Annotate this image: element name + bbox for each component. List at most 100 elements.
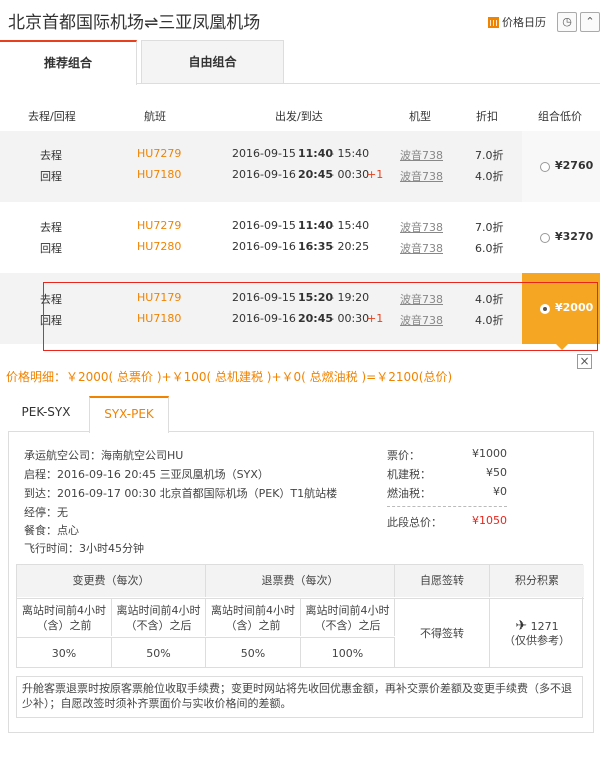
arr-time: - 00:30 (330, 312, 370, 325)
duration-info: 飞行时间：3小时45分钟 (24, 542, 144, 555)
leg-direction: 回程 (40, 170, 62, 183)
price-radio-checked[interactable] (540, 304, 550, 314)
flight-number: HU7180 (137, 312, 182, 325)
plane-type-link[interactable]: 波音738 (400, 240, 443, 256)
header: 北京首都国际机场⇌三亚凤凰机场 价格日历 ◷ ⌃ (0, 0, 600, 40)
airplane-icon: ✈ (515, 618, 528, 634)
change-after-label: 离站时间前4小时 （不含）之后 (112, 598, 206, 636)
header-discount: 折扣 (476, 110, 498, 123)
calendar-icon (488, 16, 499, 28)
header-combo-price: 组合低价 (538, 110, 582, 123)
endorse-header: 自愿签转 (395, 565, 490, 597)
points-header: 积分积累 (490, 565, 584, 597)
price-detail: 价格明细：￥2000( 总票价 )+￥100( 总机建税 )+￥0( 总燃油税 … (6, 370, 453, 384)
tab-pek-syx[interactable]: PEK-SYX (8, 396, 84, 432)
arrive-info: 到达：2016-09-17 00:30 北京首都国际机场（PEK）T1航站楼 (24, 487, 338, 500)
tab-recommended[interactable]: 推荐组合 (0, 40, 137, 85)
change-before-label: 离站时间前4小时 （含）之前 (17, 598, 112, 636)
clock-icon[interactable]: ◷ (557, 12, 577, 32)
meal-info: 餐食：点心 (24, 524, 79, 537)
combo-row[interactable]: 去程 HU7279 2016-09-15 11:40 - 15:40 波音738… (0, 202, 600, 273)
leg-direction: 回程 (40, 314, 62, 327)
combo-price-option[interactable]: ¥2760 (522, 131, 600, 202)
price-radio[interactable] (540, 162, 550, 172)
rules-note: 升舱客票退票时按原客票舱位收取手续费；变更时网站将先收回优惠金额，再补交票价差额… (22, 682, 572, 710)
leg-direction: 去程 (40, 221, 62, 234)
stops-info: 经停：无 (24, 506, 68, 519)
points-value: 1271 (530, 620, 559, 633)
next-day-badge: +1 (367, 168, 384, 181)
change-before-value: 30% (17, 637, 112, 668)
flight-date: 2016-09-15 (232, 291, 296, 304)
chevron-up-icon[interactable]: ⌃ (580, 12, 600, 32)
dep-time: 16:35 (298, 240, 334, 253)
fee-divider (387, 506, 507, 507)
refund-before-value: 50% (206, 637, 301, 668)
combo-price: ¥2000 (555, 301, 594, 314)
refund-fee-header: 退票费（每次） (206, 565, 395, 597)
plane-type-link[interactable]: 波音738 (400, 147, 443, 163)
flight-number: HU7179 (137, 291, 182, 304)
plane-type-link[interactable]: 波音738 (400, 312, 443, 328)
arr-time: - 20:25 (330, 240, 370, 253)
combo-price: ¥3270 (555, 230, 594, 243)
arr-time: - 19:20 (330, 291, 370, 304)
flight-date: 2016-09-16 (232, 240, 296, 253)
flight-number: HU7280 (137, 240, 182, 253)
combo-tabs: 推荐组合 自由组合 (0, 40, 600, 85)
leg-direction: 回程 (40, 242, 62, 255)
flight-date: 2016-09-16 (232, 168, 296, 181)
leg-direction: 去程 (40, 293, 62, 306)
discount: 4.0折 (475, 314, 504, 327)
discount: 4.0折 (475, 170, 504, 183)
plane-type-link[interactable]: 波音738 (400, 291, 443, 307)
tab-syx-pek[interactable]: SYX-PEK (89, 396, 169, 433)
discount: 7.0折 (475, 221, 504, 234)
price-calendar-link[interactable]: 价格日历 (488, 14, 546, 30)
header-depart-arrive: 出发/到达 (275, 110, 323, 123)
fee-airport-tax: 机建税： ¥50 (387, 466, 507, 481)
header-flight: 航班 (144, 110, 166, 123)
depart-info: 启程：2016-09-16 20:45 三亚凤凰机场（SYX） (24, 468, 269, 481)
refund-change-rules-table: 变更费（每次） 退票费（每次） 自愿签转 积分积累 离站时间前4小时 （含）之前… (16, 564, 584, 668)
discount: 4.0折 (475, 293, 504, 306)
price-calendar-label: 价格日历 (502, 16, 546, 29)
tab-free-combo[interactable]: 自由组合 (141, 40, 284, 84)
combo-row-selected[interactable]: 去程 HU7179 2016-09-15 15:20 - 19:20 波音738… (0, 273, 600, 344)
flight-date: 2016-09-15 (232, 219, 296, 232)
points-cell: ✈ 1271 （仅供参考） (490, 598, 584, 668)
combo-row[interactable]: 去程 HU7279 2016-09-15 11:40 - 15:40 波音738… (0, 131, 600, 202)
close-icon[interactable]: × (577, 354, 592, 369)
arr-time: - 15:40 (330, 219, 370, 232)
plane-type-link[interactable]: 波音738 (400, 168, 443, 184)
flight-number: HU7180 (137, 168, 182, 181)
endorse-value: 不得签转 (395, 598, 490, 668)
header-direction: 去程/回程 (28, 110, 76, 123)
dep-time: 20:45 (298, 168, 334, 181)
discount: 7.0折 (475, 149, 504, 162)
dep-time: 11:40 (298, 219, 334, 232)
combo-price-option[interactable]: ¥3270 (522, 202, 600, 273)
dep-time: 15:20 (298, 291, 334, 304)
arr-time: - 00:30 (330, 168, 370, 181)
combo-price-option-selected[interactable]: ¥2000 (522, 273, 600, 344)
refund-before-label: 离站时间前4小时 （含）之前 (206, 598, 301, 636)
dep-time: 20:45 (298, 312, 334, 325)
dep-time: 11:40 (298, 147, 334, 160)
change-fee-header: 变更费（每次） (17, 565, 206, 597)
segment-total: 此段总价： ¥1050 (387, 514, 507, 529)
flight-number: HU7279 (137, 147, 182, 160)
selected-caret (555, 343, 569, 350)
fee-ticket: 票价： ¥1000 (387, 447, 507, 462)
route-title: 北京首都国际机场⇌三亚凤凰机场 (8, 13, 261, 33)
leg-direction: 去程 (40, 149, 62, 162)
plane-type-link[interactable]: 波音738 (400, 219, 443, 235)
next-day-badge: +1 (367, 312, 384, 325)
refund-after-value: 100% (301, 637, 395, 668)
refund-after-label: 离站时间前4小时 （不含）之后 (301, 598, 395, 636)
change-after-value: 50% (112, 637, 206, 668)
price-radio[interactable] (540, 233, 550, 243)
flight-date: 2016-09-16 (232, 312, 296, 325)
flight-table-header: 去程/回程 航班 出发/到达 机型 折扣 组合低价 (0, 100, 600, 130)
arr-time: - 15:40 (330, 147, 370, 160)
